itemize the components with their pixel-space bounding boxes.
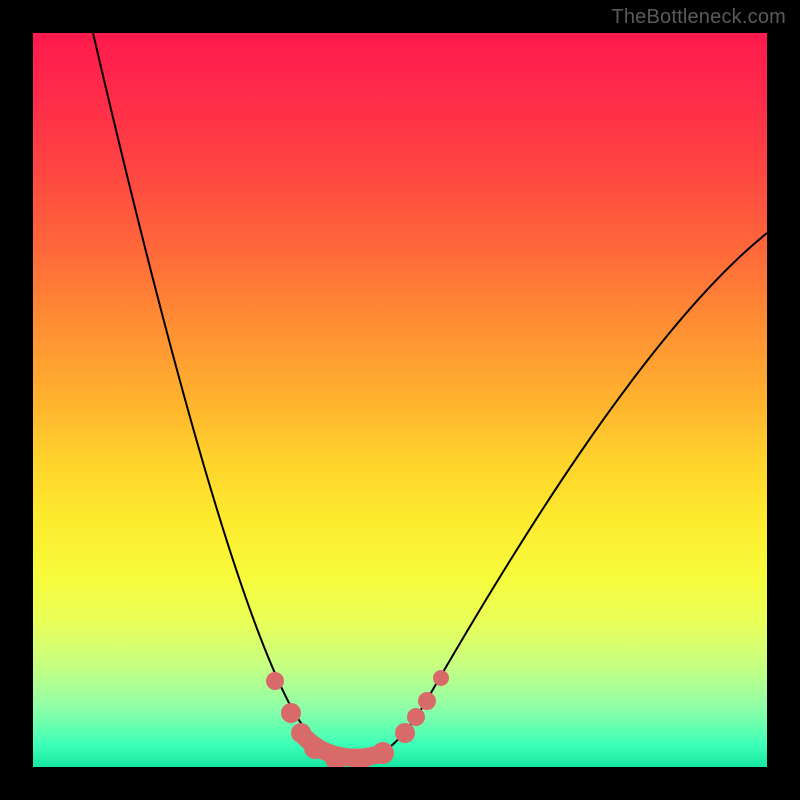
chart-svg [33, 33, 767, 767]
bottleneck-curve [93, 33, 767, 761]
data-marker [304, 737, 326, 759]
data-marker [281, 703, 301, 723]
data-marker [418, 692, 436, 710]
chart-plot-area [33, 33, 767, 767]
marker-group [266, 670, 449, 767]
watermark-text: TheBottleneck.com [611, 6, 786, 29]
data-marker [395, 723, 415, 743]
data-marker [372, 742, 394, 764]
data-marker [266, 672, 284, 690]
data-marker [433, 670, 449, 686]
data-marker [407, 708, 425, 726]
